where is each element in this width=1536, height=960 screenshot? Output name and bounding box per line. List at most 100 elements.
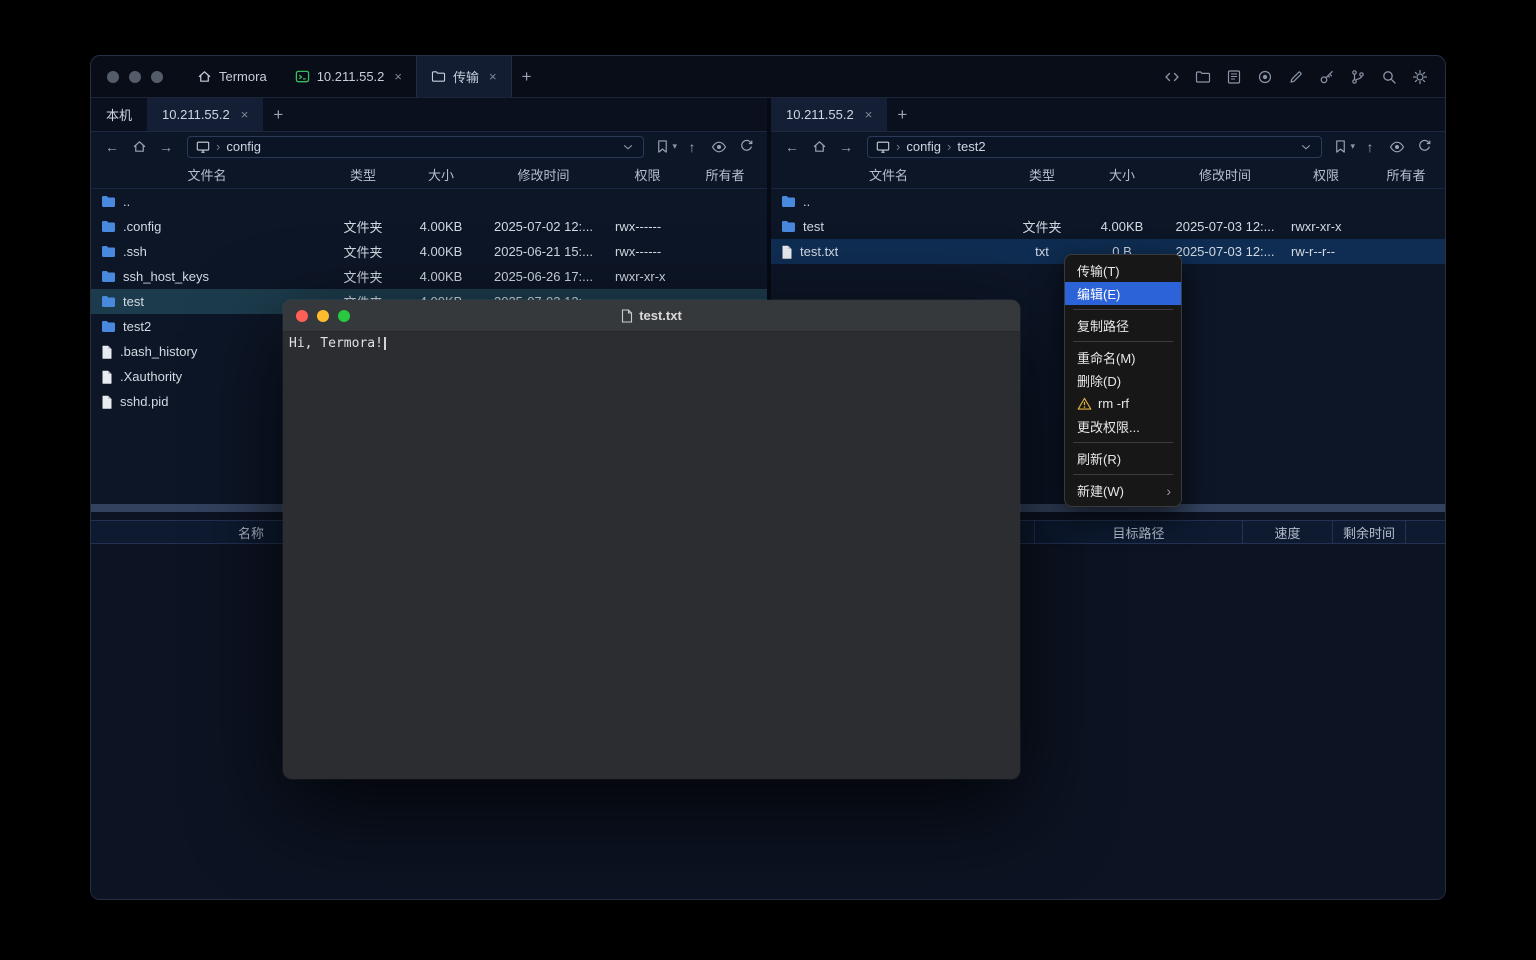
bookmark-button[interactable]: ▾ <box>653 136 677 158</box>
forward-button[interactable]: → <box>834 136 858 158</box>
close-tab-icon[interactable]: × <box>489 69 497 84</box>
editor-window: test.txt Hi, Termora! <box>283 300 1020 779</box>
file-name: .config <box>123 219 161 234</box>
settings-icon[interactable] <box>1411 68 1429 86</box>
menu-item-transfer[interactable]: 传输(T) <box>1065 259 1181 282</box>
minimize-window-button[interactable] <box>129 71 141 83</box>
warning-icon <box>1077 397 1092 410</box>
tab-local[interactable]: 本机 <box>91 98 147 131</box>
menu-item-edit[interactable]: 编辑(E) <box>1065 282 1181 305</box>
back-button[interactable]: ← <box>780 136 804 158</box>
show-hidden-button[interactable] <box>1385 136 1409 158</box>
menu-item-change-permissions[interactable]: 更改权限... <box>1065 415 1181 438</box>
code-icon[interactable] <box>1163 68 1181 86</box>
minimize-button[interactable] <box>317 310 329 322</box>
table-row[interactable]: ssh_host_keys 文件夹4.00KB2025-06-26 17:...… <box>91 264 767 289</box>
column-header-perm[interactable]: 权限 <box>608 165 687 184</box>
new-panel-tab-button[interactable]: + <box>887 98 917 131</box>
menu-separator <box>1073 442 1173 443</box>
refresh-button[interactable] <box>734 136 758 158</box>
path-breadcrumb[interactable]: › config <box>187 136 644 158</box>
menu-item-rm-rf[interactable]: rm -rf <box>1065 392 1181 415</box>
table-row[interactable]: .ssh 文件夹4.00KB2025-06-21 15:...rwx------ <box>91 239 767 264</box>
table-row[interactable]: .config 文件夹4.00KB2025-07-02 12:...rwx---… <box>91 214 767 239</box>
refresh-icon <box>739 139 754 154</box>
menu-item-new[interactable]: 新建(W) › <box>1065 479 1181 502</box>
tab-termora-home[interactable]: Termora <box>183 56 281 97</box>
file-name: .bash_history <box>120 344 197 359</box>
forward-button[interactable]: → <box>154 136 178 158</box>
close-window-button[interactable] <box>107 71 119 83</box>
column-header-type[interactable]: 类型 <box>323 165 403 184</box>
column-header-size[interactable]: 大小 <box>403 165 479 184</box>
eye-icon <box>1389 139 1405 155</box>
column-header-name[interactable]: 文件名 <box>91 165 323 184</box>
column-header-owner[interactable]: 所有者 <box>1368 165 1444 184</box>
folder-icon[interactable] <box>1194 68 1212 86</box>
path-breadcrumb[interactable]: › config › test2 <box>867 136 1322 158</box>
log-icon[interactable] <box>1225 68 1243 86</box>
tab-remote-host[interactable]: 10.211.55.2 × <box>147 98 263 131</box>
pen-icon[interactable] <box>1287 68 1305 86</box>
search-icon[interactable] <box>1380 68 1398 86</box>
close-tab-icon[interactable]: × <box>865 107 873 122</box>
chevron-down-icon[interactable] <box>621 139 635 155</box>
breadcrumb-separator: › <box>896 139 900 154</box>
parent-dir-button[interactable]: ↑ <box>680 136 704 158</box>
branch-icon[interactable] <box>1349 68 1367 86</box>
column-header-mtime[interactable]: 修改时间 <box>479 165 608 184</box>
menu-separator <box>1073 341 1173 342</box>
column-header-type[interactable]: 类型 <box>1006 165 1078 184</box>
refresh-icon <box>1417 139 1432 154</box>
column-header-owner[interactable]: 所有者 <box>687 165 763 184</box>
document-icon <box>621 309 633 323</box>
new-panel-tab-button[interactable]: + <box>263 98 293 131</box>
home-button[interactable] <box>127 136 151 158</box>
tab-host-10-211-55-2[interactable]: 10.211.55.2 × <box>281 56 416 97</box>
caret-down-icon: ▾ <box>672 141 677 152</box>
column-header-size[interactable]: 大小 <box>1078 165 1166 184</box>
close-tab-icon[interactable]: × <box>394 69 402 84</box>
editor-titlebar[interactable]: test.txt <box>283 300 1020 332</box>
text-cursor <box>384 337 386 350</box>
editor-traffic-lights <box>283 310 350 322</box>
key-icon[interactable] <box>1318 68 1336 86</box>
menu-item-delete[interactable]: 删除(D) <box>1065 369 1181 392</box>
column-header-mtime[interactable]: 修改时间 <box>1166 165 1284 184</box>
chevron-down-icon[interactable] <box>1299 139 1313 155</box>
refresh-button[interactable] <box>1412 136 1436 158</box>
table-row[interactable]: test 文件夹4.00KB2025-07-03 12:...rwxr-xr-x <box>771 214 1445 239</box>
back-button[interactable]: ← <box>100 136 124 158</box>
maximize-window-button[interactable] <box>151 71 163 83</box>
record-icon[interactable] <box>1256 68 1274 86</box>
table-row[interactable]: .. <box>91 189 767 214</box>
bookmark-button[interactable]: ▾ <box>1331 136 1355 158</box>
close-button[interactable] <box>296 310 308 322</box>
file-name: sshd.pid <box>120 394 168 409</box>
new-tab-button[interactable]: + <box>512 56 542 97</box>
menu-separator <box>1073 309 1173 310</box>
close-tab-icon[interactable]: × <box>241 107 249 122</box>
home-icon <box>197 69 212 84</box>
tab-label: 传输 <box>453 67 479 86</box>
menu-item-refresh[interactable]: 刷新(R) <box>1065 447 1181 470</box>
parent-dir-button[interactable]: ↑ <box>1358 136 1382 158</box>
file-name: .ssh <box>123 244 147 259</box>
tab-transfer[interactable]: 传输 × <box>416 56 512 97</box>
menu-item-rename[interactable]: 重命名(M) <box>1065 346 1181 369</box>
breadcrumb-segment: test2 <box>957 139 985 154</box>
home-button[interactable] <box>807 136 831 158</box>
file-name: test <box>123 294 144 309</box>
transfer-column-destination: 目标路径 <box>1034 521 1242 543</box>
column-header-name[interactable]: 文件名 <box>771 165 1006 184</box>
column-header-perm[interactable]: 权限 <box>1284 165 1368 184</box>
transfer-column-speed: 速度 <box>1242 521 1332 543</box>
menu-item-copy-path[interactable]: 复制路径 <box>1065 314 1181 337</box>
table-row[interactable]: .. <box>771 189 1445 214</box>
folder-icon <box>101 295 116 308</box>
maximize-button[interactable] <box>338 310 350 322</box>
editor-text-area[interactable]: Hi, Termora! <box>283 332 1020 779</box>
tab-remote-host[interactable]: 10.211.55.2 × <box>771 98 887 131</box>
show-hidden-button[interactable] <box>707 136 731 158</box>
file-name: ssh_host_keys <box>123 269 209 284</box>
